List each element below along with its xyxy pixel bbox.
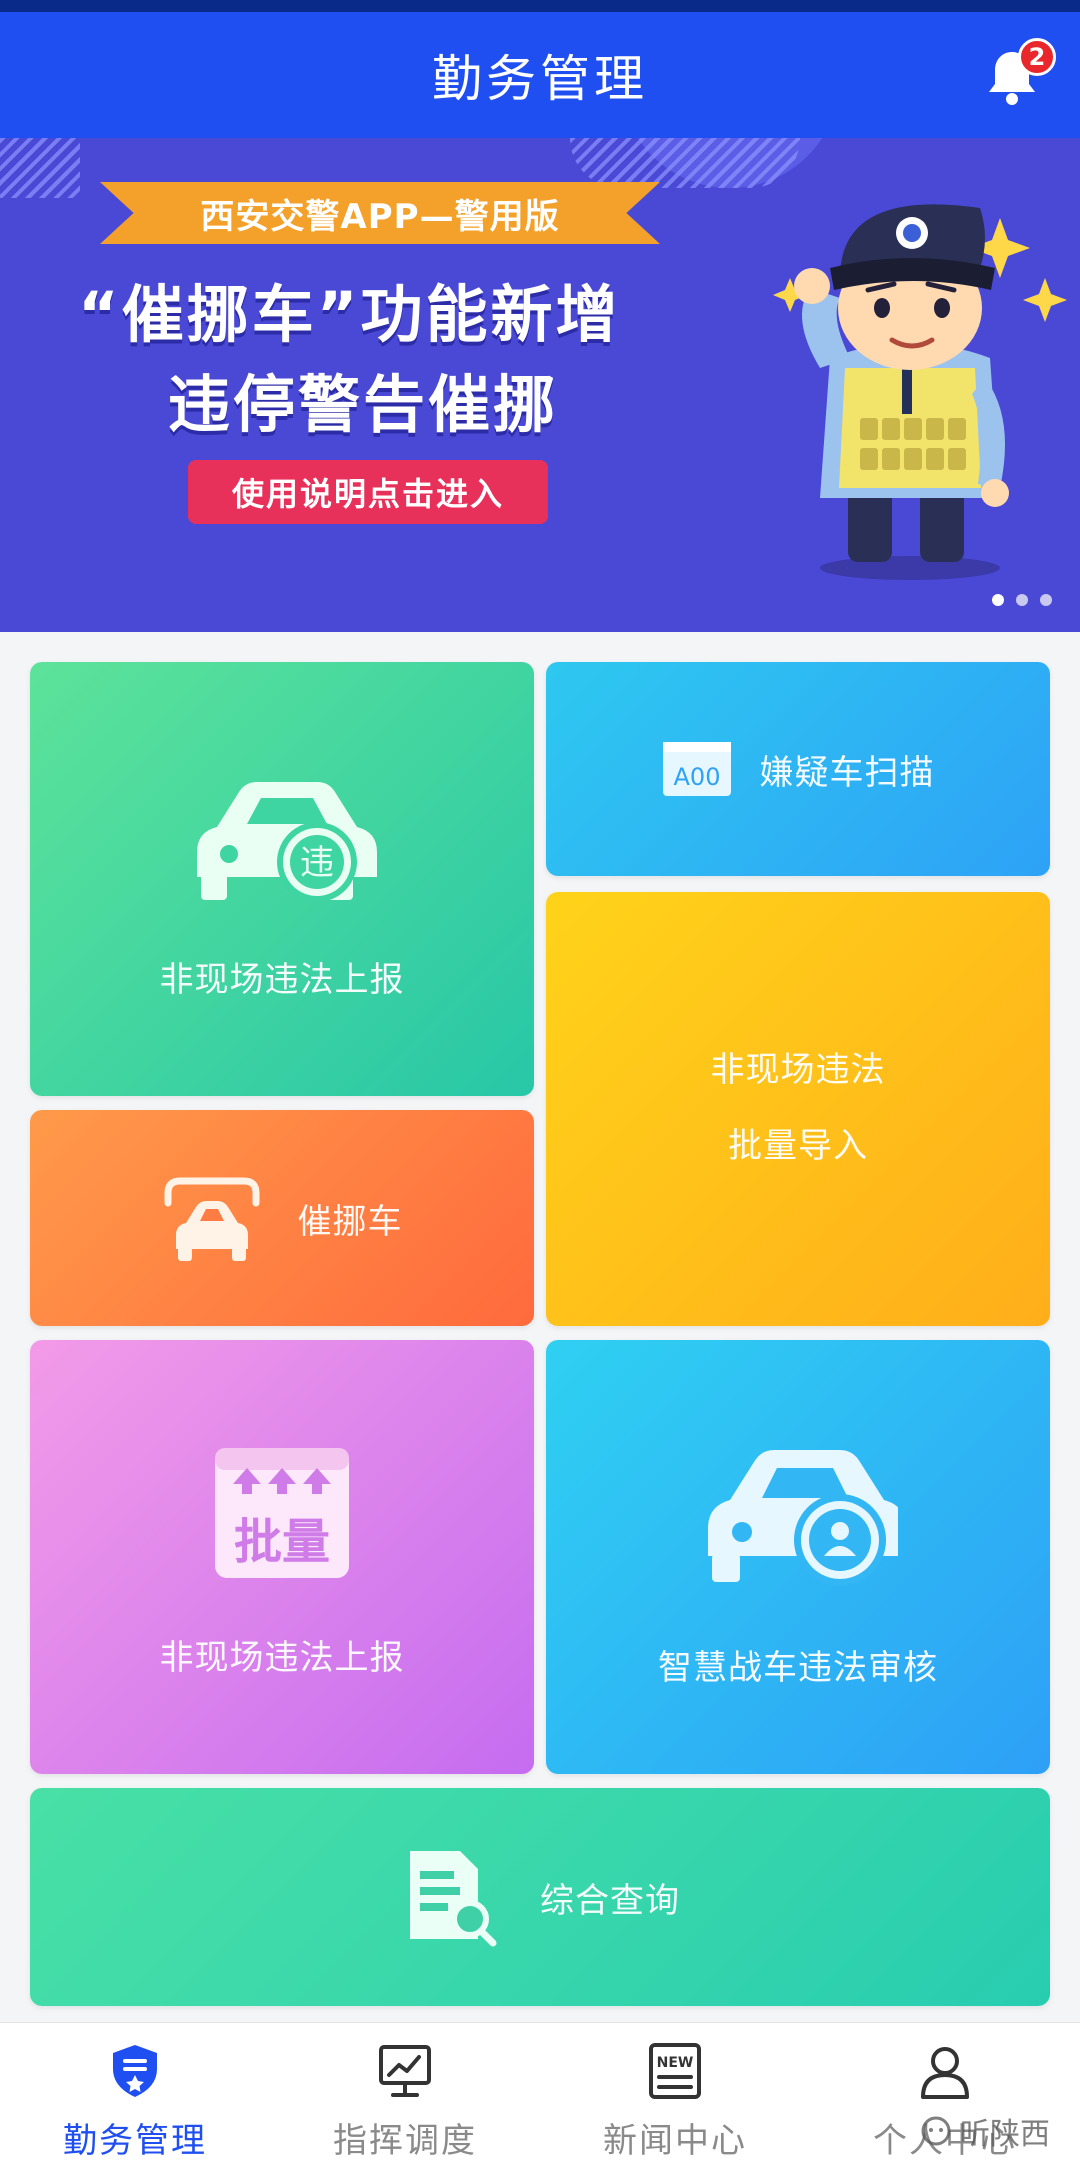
car-person-icon (708, 1450, 898, 1586)
tab-label: 新闻中心 (603, 2121, 747, 2161)
monitor-chart-icon (379, 2045, 431, 2097)
carousel-dot[interactable] (1016, 594, 1028, 606)
tab-label: 指挥调度 (333, 2121, 477, 2161)
suspect-vehicle-scan-label: 嫌疑车扫描 (759, 752, 935, 793)
banner-headline-2: 违停警告催挪 (168, 368, 559, 441)
comprehensive-query-tile[interactable]: 综合查询 (30, 1788, 1050, 2006)
notification-button[interactable]: 2 (984, 38, 1056, 108)
tab-news-center[interactable]: NEW 新闻中心 (540, 2023, 810, 2171)
status-bar (0, 0, 1080, 12)
person-icon (921, 2047, 969, 2099)
promo-banner[interactable]: 西安交警APP—警用版 “催挪车”功能新增 违停警告催挪 使用说明点击进入 (0, 138, 1080, 632)
tab-label: 勤务管理 (63, 2121, 207, 2161)
bottom-tab-bar: 勤务管理 指挥调度 NEW 新闻中心 个人中心 听陕西 (0, 2022, 1080, 2171)
offsite-violation-report-tile[interactable]: 违 非现场违法上报 (30, 662, 534, 1096)
app-header: 勤务管理 2 (0, 12, 1080, 138)
violation-badge-text: 违 (300, 843, 334, 883)
offsite-batch-import-tile[interactable]: 非现场违法 批量导入 (546, 892, 1050, 1326)
shield-star-icon (113, 2045, 157, 2097)
document-search-icon (410, 1851, 497, 1947)
offsite-violation-batch-label: 非现场违法上报 (159, 1638, 405, 1678)
offsite-violation-batch-tile[interactable]: 批量 非现场违法上报 (30, 1340, 534, 1774)
tow-car-icon (164, 1177, 259, 1261)
tab-duty-management[interactable]: 勤务管理 (0, 2023, 270, 2171)
tab-command-dispatch[interactable]: 指挥调度 (270, 2023, 540, 2171)
move-car-tile[interactable]: 催挪车 (30, 1110, 534, 1326)
batch-import-label-line1: 非现场违法 (710, 1050, 886, 1090)
watermark: 听陕西 (920, 2109, 1050, 2153)
page-title: 勤务管理 (432, 50, 648, 108)
smart-vehicle-review-tile[interactable]: 智慧战车违法审核 (546, 1340, 1050, 1774)
carousel-dot[interactable] (992, 594, 1004, 606)
batch-import-label-line2: 批量导入 (728, 1126, 868, 1166)
banner-ribbon-text: 西安交警APP—警用版 (200, 196, 560, 237)
banner-ribbon: 西安交警APP—警用版 (100, 182, 660, 244)
carousel-indicator[interactable] (992, 594, 1052, 606)
comprehensive-query-label: 综合查询 (540, 1880, 680, 1921)
news-icon: NEW (649, 2043, 701, 2099)
new-tag-text: NEW (657, 2055, 694, 2071)
batch-badge-text: 批量 (234, 1514, 330, 1570)
license-plate-text: A00 (673, 763, 720, 791)
chat-bubble-icon (921, 2116, 951, 2146)
move-car-label: 催挪车 (297, 1201, 403, 1242)
police-mascot-illustration (773, 204, 1067, 580)
notification-badge: 2 (1018, 38, 1056, 76)
smart-vehicle-review-label: 智慧战车违法审核 (658, 1648, 938, 1688)
license-plate-icon: A00 (662, 742, 731, 796)
banner-cta-button[interactable]: 使用说明点击进入 (188, 460, 548, 524)
suspect-vehicle-scan-tile[interactable]: A00 嫌疑车扫描 (546, 662, 1050, 876)
banner-headline-1: “催挪车”功能新增 (78, 278, 621, 351)
batch-box-icon: 批量 (215, 1448, 349, 1578)
car-violation-icon: 违 (197, 782, 377, 902)
watermark-text: 听陕西 (960, 2117, 1050, 2152)
offsite-violation-report-label: 非现场违法上报 (159, 960, 405, 1000)
carousel-dot[interactable] (1040, 594, 1052, 606)
